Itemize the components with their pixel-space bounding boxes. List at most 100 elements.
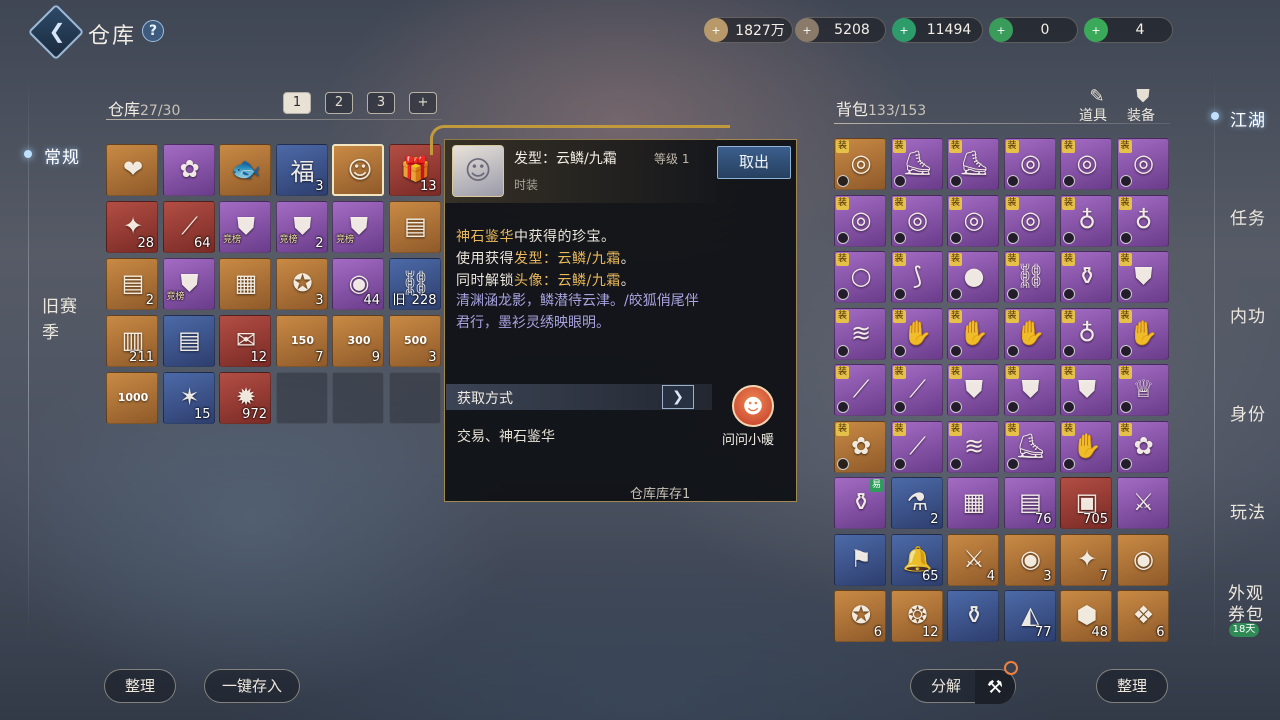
item-slot[interactable]: ≋ 装: [947, 420, 999, 473]
obtain-expand-icon[interactable]: ❯: [662, 385, 694, 409]
item-slot[interactable]: ⛸ 装: [1003, 420, 1056, 473]
item-slot[interactable]: ⛊ 装: [1060, 364, 1112, 416]
item-slot[interactable]: 300 9: [332, 315, 384, 367]
item-slot[interactable]: ⛊ 装: [1003, 364, 1056, 416]
item-slot[interactable]: ❤: [106, 144, 158, 196]
item-slot[interactable]: ✶ 15: [162, 372, 215, 424]
item-slot[interactable]: ▤: [162, 315, 215, 367]
item-slot[interactable]: ⟋ 装: [890, 364, 943, 416]
item-slot[interactable]: ⛊ 装: [947, 364, 999, 416]
item-slot[interactable]: ◎ 装: [947, 194, 999, 247]
item-slot[interactable]: ❂ 12: [890, 590, 943, 642]
help-icon[interactable]: ?: [142, 20, 164, 42]
item-slot[interactable]: ⚔ 4: [947, 533, 999, 586]
storage-tab-3[interactable]: 3: [367, 92, 395, 114]
deposit-all-button[interactable]: 一键存入: [204, 669, 300, 703]
item-slot[interactable]: ▤ 2: [106, 258, 158, 310]
item-slot[interactable]: ✉ 12: [219, 315, 271, 367]
item-slot[interactable]: ≋ 装: [834, 307, 886, 360]
storage-tab-2[interactable]: 2: [325, 92, 353, 114]
jade-coin-icon[interactable]: +: [892, 18, 916, 42]
item-slot[interactable]: ⚱: [947, 590, 999, 642]
item-slot[interactable]: ⟋ 装: [834, 364, 886, 416]
tab-items[interactable]: 道具: [1079, 105, 1107, 125]
item-slot[interactable]: ▦: [219, 258, 271, 310]
item-slot[interactable]: ✹ 972: [219, 372, 271, 424]
green-coin-icon[interactable]: +: [1084, 18, 1108, 42]
item-slot[interactable]: 福3: [275, 144, 328, 196]
take-out-button[interactable]: 取出: [717, 146, 791, 179]
currency-2[interactable]: +11494: [892, 17, 983, 43]
item-slot[interactable]: ● 装: [947, 251, 999, 303]
item-slot[interactable]: ✿ 装: [834, 420, 886, 473]
item-slot[interactable]: ◉ 3: [1003, 533, 1056, 586]
item-slot[interactable]: ☺: [332, 144, 384, 196]
item-slot[interactable]: ⟆ 装: [890, 251, 943, 303]
item-slot[interactable]: ✦ 7: [1060, 533, 1112, 586]
helper-fox-icon[interactable]: ☻: [732, 385, 774, 427]
nav-neigong[interactable]: 内功: [1230, 302, 1266, 327]
item-slot[interactable]: ⛊ 装: [1116, 251, 1169, 303]
item-slot[interactable]: ✿: [162, 144, 215, 196]
item-slot[interactable]: ♁ 装: [1060, 194, 1112, 247]
nav-old-season-line2[interactable]: 季: [42, 318, 60, 343]
item-slot[interactable]: ♕ 装: [1116, 364, 1169, 416]
item-slot[interactable]: ⛊ 竞榜 2: [275, 201, 328, 253]
item-slot[interactable]: ○ 装: [834, 251, 886, 303]
tab-equip[interactable]: 装备: [1127, 105, 1155, 125]
item-slot[interactable]: ◎ 装: [834, 194, 886, 247]
item-slot[interactable]: ⟋ 装: [890, 420, 943, 473]
scroll-coin-icon[interactable]: +: [704, 18, 728, 42]
item-slot[interactable]: ✋ 装: [1116, 307, 1169, 360]
item-slot[interactable]: ◉: [1116, 533, 1169, 586]
nav-old-season-line1[interactable]: 旧赛: [42, 292, 78, 317]
back-arrow-icon[interactable]: ❮: [45, 19, 69, 43]
currency-1[interactable]: +5208: [795, 17, 886, 43]
item-slot[interactable]: ◎ 装: [1116, 138, 1169, 190]
item-slot[interactable]: ✪ 6: [834, 590, 886, 642]
item-slot[interactable]: ✪ 3: [275, 258, 328, 310]
empty-slot[interactable]: [332, 372, 384, 424]
nav-appearance-line2[interactable]: 券包: [1228, 600, 1264, 625]
copper-coin-icon[interactable]: +: [795, 18, 819, 42]
item-slot[interactable]: ⛸ 装: [890, 138, 943, 190]
storage-tab-add[interactable]: +: [409, 92, 437, 114]
currency-4[interactable]: +4: [1084, 17, 1173, 43]
nav-task[interactable]: 任务: [1230, 204, 1266, 229]
sort-storage-button[interactable]: 整理: [104, 669, 176, 703]
item-slot[interactable]: ✦ 28: [106, 201, 158, 253]
item-slot[interactable]: ▤: [388, 201, 441, 253]
item-slot[interactable]: ◭ 77: [1003, 590, 1056, 642]
item-slot[interactable]: ⛸ 装: [947, 138, 999, 190]
item-slot[interactable]: ◎ 装: [1060, 138, 1112, 190]
item-slot[interactable]: ⛊ 竞榜: [219, 201, 271, 253]
item-slot[interactable]: ✋ 装: [1003, 307, 1056, 360]
sort-bag-button[interactable]: 整理: [1096, 669, 1168, 703]
storage-tab-1[interactable]: 1: [283, 92, 311, 114]
item-slot[interactable]: 1000: [106, 372, 158, 424]
item-slot[interactable]: ✋ 装: [1060, 420, 1112, 473]
nav-regular[interactable]: 常规: [44, 143, 80, 168]
item-slot[interactable]: ◎ 装: [834, 138, 886, 190]
item-slot[interactable]: ▦: [947, 477, 999, 529]
item-slot[interactable]: ▣ 705: [1060, 477, 1112, 529]
nav-jianghu[interactable]: 江湖: [1230, 106, 1266, 131]
item-slot[interactable]: 500 3: [388, 315, 441, 367]
item-slot[interactable]: ✿ 装: [1116, 420, 1169, 473]
jade-token-icon[interactable]: +: [989, 18, 1013, 42]
decompose-hammer-icon[interactable]: ⚒: [975, 670, 1015, 704]
nav-identity[interactable]: 身份: [1230, 400, 1266, 425]
item-slot[interactable]: ⚱ 易: [834, 477, 886, 529]
item-slot[interactable]: ⛊ 竞榜: [162, 258, 215, 310]
item-slot[interactable]: ♁ 装: [1116, 194, 1169, 247]
empty-slot[interactable]: [388, 372, 441, 424]
currency-3[interactable]: +0: [989, 17, 1078, 43]
item-slot[interactable]: 🔔 65: [890, 533, 943, 586]
item-slot[interactable]: ◎ 装: [1003, 138, 1056, 190]
empty-slot[interactable]: [275, 372, 328, 424]
item-slot[interactable]: ⛓ 旧 228: [388, 258, 441, 310]
item-slot[interactable]: ⚑: [834, 533, 886, 586]
item-slot[interactable]: ▥ 211: [106, 315, 158, 367]
item-slot[interactable]: 150 7: [275, 315, 328, 367]
item-slot[interactable]: ⚔: [1116, 477, 1169, 529]
